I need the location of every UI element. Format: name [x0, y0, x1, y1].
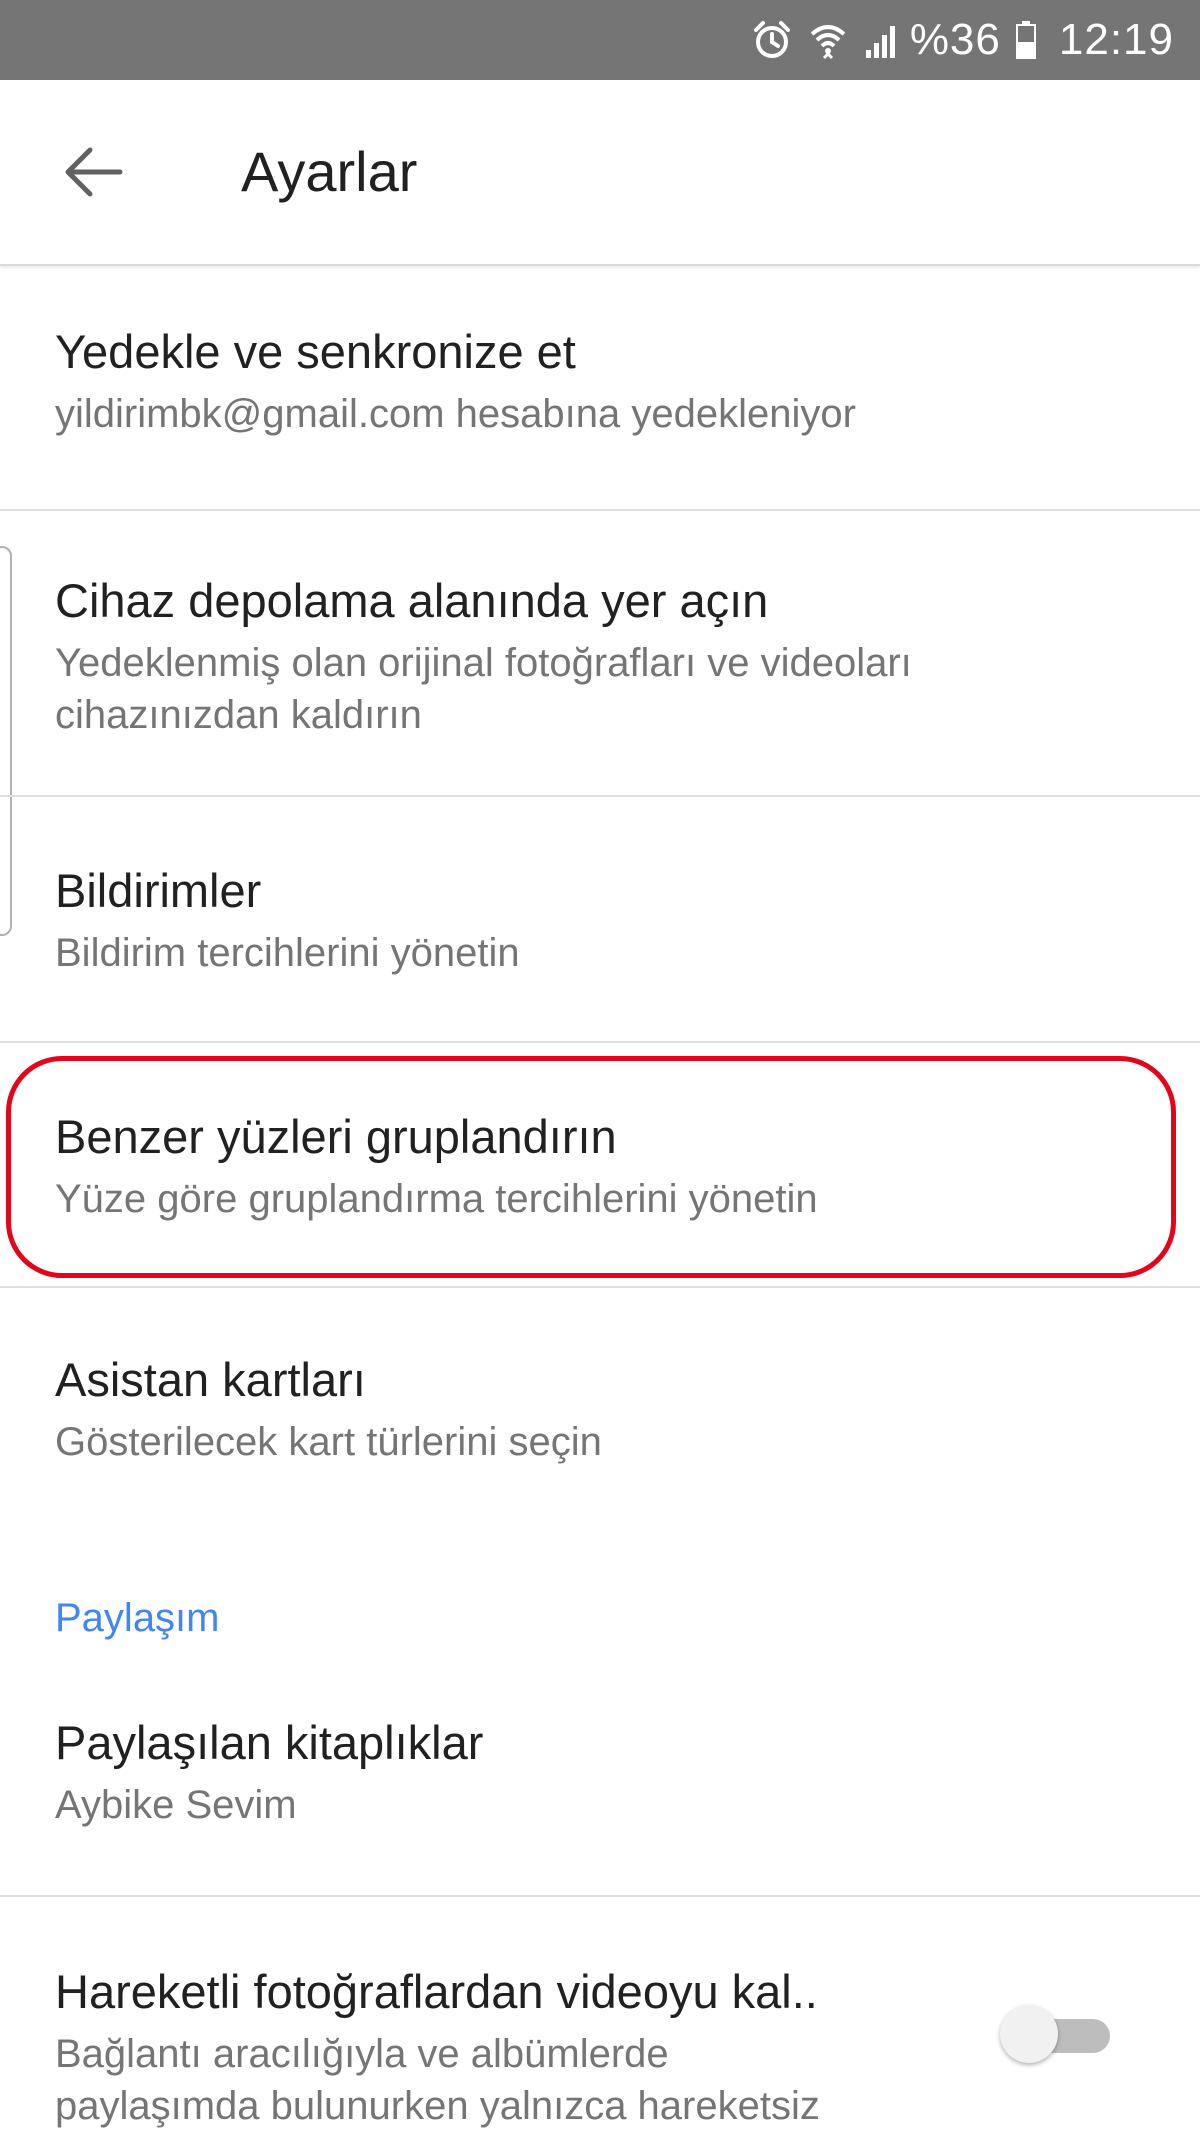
- setting-shared-libraries[interactable]: Paylaşılan kitaplıklar Aybike Sevim: [0, 1713, 1200, 1831]
- battery-icon: [1015, 20, 1037, 60]
- setting-free-up-space[interactable]: Cihaz depolama alanında yer açın Yedekle…: [0, 571, 1200, 741]
- divider: [0, 1286, 1200, 1288]
- setting-subtitle-line: cihazınızdan kaldırın: [55, 693, 422, 737]
- arrow-back-icon: [65, 147, 123, 197]
- setting-notifications[interactable]: Bildirimler Bildirim tercihlerini yöneti…: [0, 861, 1200, 979]
- motion-photos-toggle[interactable]: [1000, 2004, 1112, 2064]
- setting-title: Hareketli fotoğraflardan videoyu kal..: [55, 1965, 818, 2018]
- setting-backup-sync[interactable]: Yedekle ve senkronize et yildirimbk@gmai…: [0, 322, 1200, 440]
- setting-title: Bildirimler: [55, 864, 262, 917]
- divider: [0, 1895, 1200, 1897]
- setting-title: Yedekle ve senkronize et: [55, 325, 576, 378]
- setting-subtitle-line: Yedeklenmiş olan orijinal fotoğrafları v…: [55, 641, 912, 685]
- setting-subtitle: yildirimbk@gmail.com hesabına yedekleniy…: [55, 392, 856, 436]
- clock-time: 12:19: [1058, 15, 1174, 64]
- wifi-icon: [808, 18, 848, 62]
- app-bar: Ayarlar: [0, 80, 1200, 266]
- back-button[interactable]: [46, 136, 142, 208]
- divider: [0, 1041, 1200, 1043]
- page-title: Ayarlar: [241, 140, 418, 203]
- toggle-thumb: [1000, 2005, 1058, 2063]
- setting-subtitle: Yüze göre gruplandırma tercihlerini yöne…: [55, 1177, 818, 1221]
- setting-group-similar-faces[interactable]: Benzer yüzleri gruplandırın Yüze göre gr…: [0, 1107, 1200, 1225]
- section-header-sharing: Paylaşım: [55, 1596, 220, 1640]
- setting-title: Cihaz depolama alanında yer açın: [55, 574, 769, 627]
- setting-assistant-cards[interactable]: Asistan kartları Gösterilecek kart türle…: [0, 1350, 1200, 1468]
- battery-percent: %36: [909, 15, 1001, 64]
- setting-subtitle: Bildirim tercihlerini yönetin: [55, 931, 520, 975]
- divider: [0, 509, 1200, 511]
- divider: [0, 795, 1200, 797]
- setting-title: Paylaşılan kitaplıklar: [55, 1716, 484, 1769]
- setting-subtitle-line: paylaşımda bulunurken yalnızca hareketsi…: [55, 2084, 820, 2128]
- setting-subtitle-line: Bağlantı aracılığıyla ve albümlerde: [55, 2032, 669, 2076]
- setting-title: Benzer yüzleri gruplandırın: [55, 1110, 617, 1163]
- setting-title: Asistan kartları: [55, 1353, 366, 1406]
- setting-subtitle: Gösterilecek kart türlerini seçin: [55, 1420, 602, 1464]
- signal-icon: [862, 20, 902, 60]
- setting-subtitle: Aybike Sevim: [55, 1783, 297, 1827]
- status-bar: %36 12:19: [0, 0, 1200, 80]
- alarm-icon: [750, 18, 794, 62]
